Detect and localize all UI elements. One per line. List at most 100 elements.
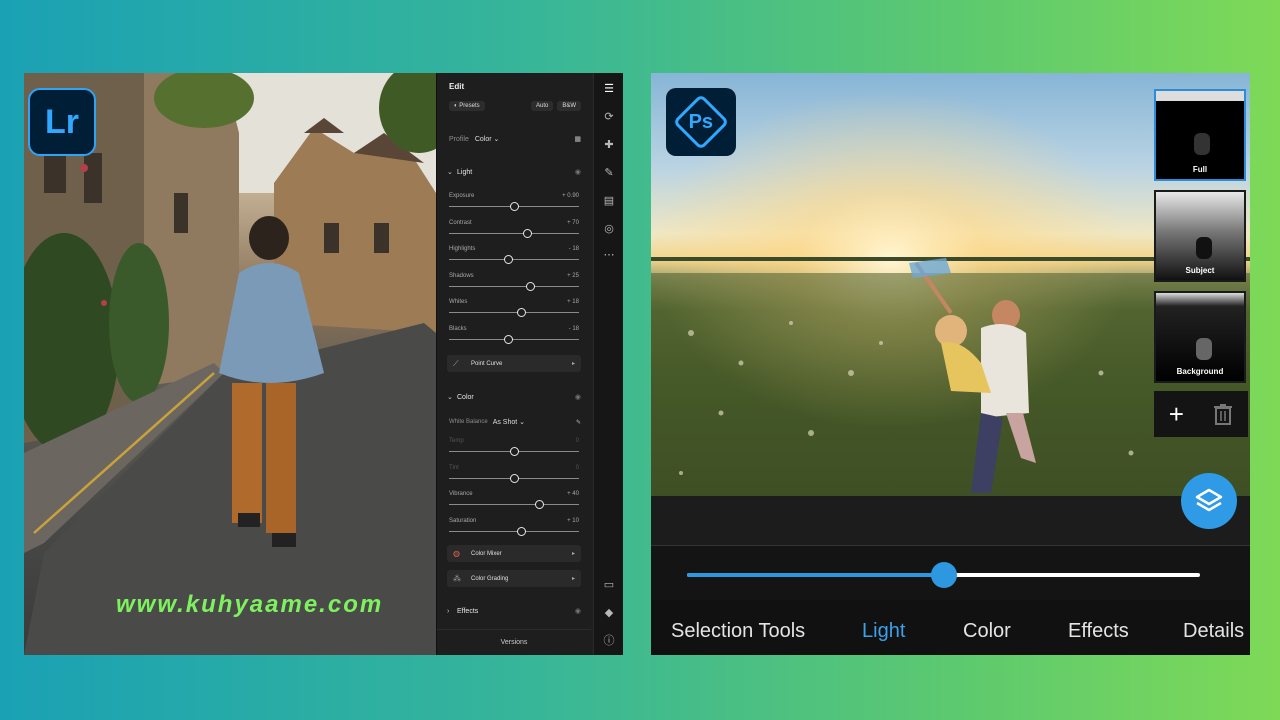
bw-button[interactable]: B&W (557, 101, 581, 111)
layer-thumb-full[interactable]: Full (1154, 89, 1246, 181)
watermark-text: www.kuhyaame.com (116, 591, 384, 618)
layer-actions-bar: + (1154, 391, 1248, 437)
slider-value: + 0.90 (562, 193, 579, 199)
tag-icon[interactable]: ◆ (603, 607, 615, 619)
presets-button[interactable]: ◐ Presets (449, 101, 485, 111)
heal-icon[interactable]: ✚ (603, 139, 615, 151)
slider-saturation[interactable]: Saturation + 10 (449, 518, 579, 540)
edit-sliders-icon[interactable]: ☰ (603, 83, 615, 95)
slider-knob[interactable] (510, 202, 519, 211)
color-section-header[interactable]: ⌄ Color ◉ (447, 393, 581, 402)
color-grading-row[interactable]: ⁂ Color Grading ▸ (447, 570, 581, 587)
chevron-right-icon: › (447, 607, 450, 615)
lightroom-badge-text: Lr (45, 102, 79, 141)
point-curve-label: Point Curve (471, 360, 503, 367)
more-icon[interactable]: ⋯ (603, 249, 615, 261)
slider-highlights[interactable]: Highlights - 18 (449, 246, 579, 268)
tab-effects[interactable]: Effects (1068, 620, 1129, 643)
slider-temp[interactable]: Temp 0 (449, 438, 579, 460)
layers-button[interactable] (1181, 473, 1237, 529)
slider-track[interactable] (449, 338, 579, 340)
layer-thumb-subject[interactable]: Subject (1154, 190, 1246, 282)
point-curve-row[interactable]: ⟋ Point Curve ▸ (447, 355, 581, 372)
tab-selection-tools[interactable]: Selection Tools (671, 620, 805, 643)
brush-icon[interactable]: ✎ (603, 167, 615, 179)
radial-icon[interactable]: ◎ (603, 223, 615, 235)
chevron-down-icon: ⌄ (493, 136, 500, 143)
layer-thumb-background[interactable]: Background (1154, 291, 1246, 383)
adjustment-slider-knob[interactable] (930, 562, 957, 588)
chevron-right-icon: ▸ (571, 361, 575, 367)
versions-button[interactable]: Versions (437, 629, 591, 655)
slider-track[interactable] (449, 504, 579, 505)
slider-label: Shadows (449, 272, 474, 279)
slider-whites[interactable]: Whites + 18 (449, 299, 579, 321)
light-section-header[interactable]: ⌄ Light ◉ (447, 168, 581, 177)
chevron-down-icon: ⌄ (519, 419, 526, 426)
profile-browser-icon[interactable]: ▦ (574, 135, 581, 143)
info-icon[interactable]: ⓘ (603, 635, 615, 647)
eye-icon[interactable]: ◉ (575, 393, 581, 401)
eye-icon[interactable]: ◉ (575, 607, 581, 615)
adjustment-slider-area (651, 545, 1250, 600)
chevron-down-icon: ⌄ (447, 394, 453, 401)
crop-icon[interactable]: ⟳ (603, 111, 615, 123)
slider-value: - 18 (568, 325, 579, 332)
slider-track[interactable] (449, 530, 579, 532)
slider-contrast[interactable]: Contrast + 70 (449, 220, 579, 242)
slider-knob[interactable] (510, 473, 519, 483)
slider-track[interactable] (449, 232, 579, 234)
color-grading-label: Color Grading (471, 575, 509, 582)
slider-label: Vibrance (449, 491, 473, 497)
slider-knob[interactable] (503, 334, 513, 344)
color-section-title: Color (457, 393, 474, 401)
profile-label: Profile (449, 135, 469, 143)
slider-value: + 18 (567, 299, 579, 305)
tab-light[interactable]: Light (862, 620, 905, 643)
layer-label: Subject (1185, 266, 1215, 275)
slider-blacks[interactable]: Blacks - 18 (449, 326, 579, 348)
gradient-icon[interactable]: ▤ (603, 195, 615, 207)
profile-dropdown[interactable]: Color ⌄ (475, 135, 500, 143)
add-layer-button[interactable]: + (1169, 399, 1184, 430)
chevron-right-icon: ▸ (571, 551, 575, 557)
layer-label: Background (1176, 367, 1224, 376)
slider-knob[interactable] (510, 447, 519, 456)
auto-button[interactable]: Auto (530, 101, 554, 111)
tab-details[interactable]: Details (1183, 620, 1244, 643)
slider-label: Highlights (449, 246, 476, 252)
white-balance-dropdown[interactable]: As Shot ⌄ (493, 418, 525, 426)
color-mixer-icon: ◍ (453, 548, 460, 558)
slider-label: Tint (449, 464, 459, 471)
slider-vibrance[interactable]: Vibrance + 40 (449, 491, 579, 513)
slider-knob[interactable] (534, 500, 544, 509)
slider-track[interactable] (449, 285, 579, 287)
effects-section-title: Effects (457, 607, 479, 615)
tab-color[interactable]: Color (963, 620, 1011, 643)
slider-exposure[interactable]: Exposure + 0.90 (449, 193, 579, 215)
lightroom-photo-canvas: Lr www.kuhyaame.com (24, 73, 436, 655)
slider-track[interactable] (449, 259, 579, 260)
eyedropper-icon[interactable]: ✎ (576, 419, 581, 426)
slider-value: - 18 (568, 246, 579, 252)
eye-icon[interactable]: ◉ (575, 168, 581, 176)
versions-label: Versions (500, 639, 528, 646)
light-section-title: Light (457, 168, 473, 176)
slider-tint[interactable]: Tint 0 (449, 465, 579, 487)
adjustment-slider-track[interactable] (687, 562, 1200, 588)
slider-shadows[interactable]: Shadows + 25 (449, 273, 579, 295)
slider-knob[interactable] (525, 281, 535, 291)
slider-knob[interactable] (523, 228, 532, 238)
trash-icon[interactable] (1213, 403, 1233, 425)
slider-track[interactable] (449, 312, 579, 313)
slider-value: + 40 (567, 491, 579, 497)
layer-label: Full (1192, 165, 1208, 174)
comment-icon[interactable]: ▭ (603, 579, 615, 591)
slider-knob[interactable] (516, 526, 526, 536)
slider-knob[interactable] (503, 255, 513, 264)
slider-label: Temp (449, 438, 464, 444)
presets-label: Presets (459, 103, 480, 109)
slider-knob[interactable] (516, 308, 526, 317)
effects-section-header[interactable]: › Effects ◉ (447, 607, 581, 616)
color-mixer-row[interactable]: ◍ Color Mixer ▸ (447, 545, 581, 562)
